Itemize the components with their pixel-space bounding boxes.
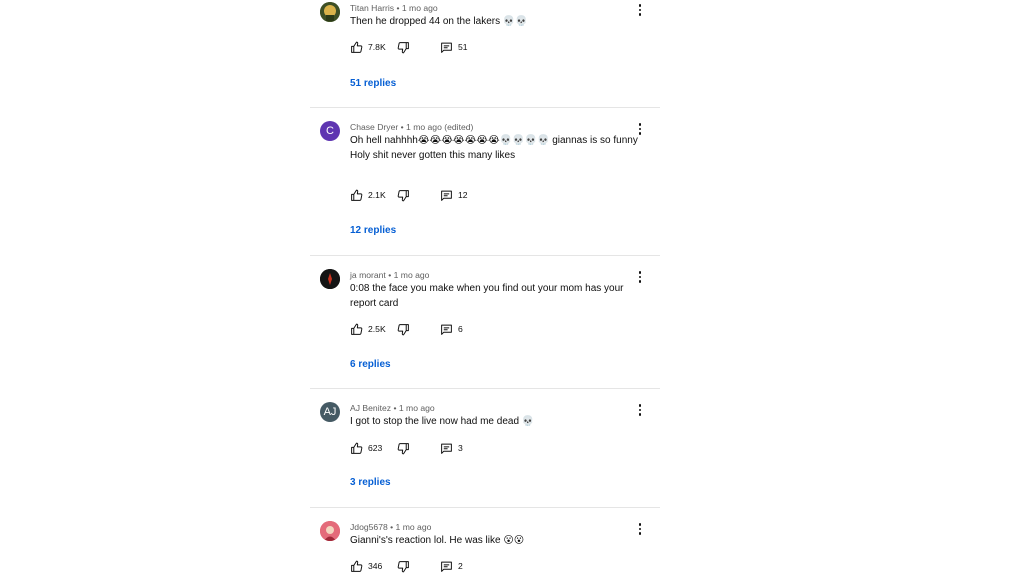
thumb-down-icon: [397, 323, 409, 335]
thumb-down-icon: [397, 41, 409, 53]
view-replies-link[interactable]: 51 replies: [350, 78, 396, 89]
comment-time: • 1 mo ago (edited): [400, 122, 474, 132]
comment-meta: Chase Dryer • 1 mo ago (edited): [350, 122, 473, 132]
author-name[interactable]: Jdog5678: [350, 522, 388, 532]
comment-line: 0:08 the face you make when you find out…: [350, 283, 624, 309]
reply-button[interactable]: 12: [440, 188, 468, 202]
dislike-button[interactable]: [397, 188, 410, 202]
thumb-up-icon: [351, 560, 363, 572]
comment-meta: ja morant • 1 mo ago: [350, 270, 429, 280]
comment-text: I got to stop the live now had me dead 💀: [350, 415, 640, 430]
comment-meta: Titan Harris • 1 mo ago: [350, 3, 438, 13]
divider: [310, 507, 660, 508]
more-vert-icon[interactable]: [634, 521, 646, 537]
like-button[interactable]: 623: [350, 441, 382, 455]
avatar[interactable]: [320, 521, 340, 541]
like-button[interactable]: 7.8K: [350, 40, 386, 54]
like-button[interactable]: 2.5K: [350, 322, 386, 336]
dislike-button[interactable]: [397, 441, 410, 455]
comment-meta: Jdog5678 • 1 mo ago: [350, 522, 431, 532]
comment-line: I got to stop the live now had me dead 💀: [350, 416, 535, 427]
view-replies-link[interactable]: 12 replies: [350, 225, 396, 236]
avatar[interactable]: C: [320, 121, 340, 141]
comment-text: 0:08 the face you make when you find out…: [350, 282, 640, 311]
more-vert-icon[interactable]: [634, 269, 646, 285]
reply-button[interactable]: 6: [440, 322, 463, 336]
author-name[interactable]: Chase Dryer: [350, 122, 398, 132]
thumb-up-icon: [351, 323, 363, 335]
comment-icon: [441, 324, 452, 335]
like-count: 7.8K: [368, 42, 386, 52]
like-count: 2.5K: [368, 324, 386, 334]
avatar-letter: AJ: [323, 406, 337, 418]
thumb-down-icon: [397, 442, 409, 454]
author-name[interactable]: AJ Benitez: [350, 403, 391, 413]
avatar-image: [320, 2, 340, 22]
author-name[interactable]: ja morant: [350, 270, 386, 280]
reply-count: 3: [458, 443, 463, 453]
like-count: 2.1K: [368, 190, 386, 200]
dislike-button[interactable]: [397, 559, 410, 573]
avatar-image: [320, 521, 340, 541]
thumb-up-icon: [351, 189, 363, 201]
reply-button[interactable]: 3: [440, 441, 463, 455]
avatar[interactable]: [320, 269, 340, 289]
reply-count: 6: [458, 324, 463, 334]
comment-actions: 346 2: [350, 559, 550, 573]
comment-line: Gianni's's reaction lol. He was like 😮😮: [350, 535, 525, 546]
comment-icon: [441, 561, 452, 572]
like-count: 346: [368, 561, 383, 571]
comment-line: Holy shit never gotten this many likes: [350, 149, 516, 161]
thumb-up-icon: [351, 41, 363, 53]
comment-actions: 623 3: [350, 441, 550, 455]
like-button[interactable]: 2.1K: [350, 188, 386, 202]
divider: [310, 255, 660, 256]
comment-text: Oh hell nahhhh😭😭😭😭😭😭😭💀💀💀💀 giannas is so …: [350, 134, 640, 163]
comment-actions: 2.5K 6: [350, 322, 550, 336]
like-button[interactable]: 346: [350, 559, 382, 573]
avatar[interactable]: AJ: [320, 402, 340, 422]
reply-button[interactable]: 2: [440, 559, 463, 573]
comment-time: • 1 mo ago: [390, 522, 432, 532]
divider: [310, 388, 660, 389]
dislike-button[interactable]: [397, 40, 410, 54]
reply-button[interactable]: 51: [440, 40, 468, 54]
thumb-down-icon: [397, 560, 409, 572]
author-name[interactable]: Titan Harris: [350, 3, 394, 13]
comment-text: Gianni's's reaction lol. He was like 😮😮: [350, 534, 640, 549]
view-replies-link[interactable]: 3 replies: [350, 477, 391, 488]
comment-time: • 1 mo ago: [396, 3, 438, 13]
avatar-image: [320, 269, 340, 289]
view-replies-link[interactable]: 6 replies: [350, 359, 391, 370]
more-vert-icon[interactable]: [634, 2, 646, 18]
reply-count: 51: [458, 42, 468, 52]
dislike-button[interactable]: [397, 322, 410, 336]
comment-meta: AJ Benitez • 1 mo ago: [350, 403, 435, 413]
like-count: 623: [368, 443, 383, 453]
avatar-letter: C: [326, 125, 334, 137]
comment-icon: [441, 190, 452, 201]
comment-line: Oh hell nahhhh😭😭😭😭😭😭😭💀💀💀💀 giannas is so …: [350, 135, 638, 146]
divider: [310, 107, 660, 108]
more-vert-icon[interactable]: [634, 402, 646, 418]
thumb-down-icon: [397, 189, 409, 201]
comment-icon: [441, 42, 452, 53]
avatar[interactable]: [320, 2, 340, 22]
reply-count: 2: [458, 561, 463, 571]
comment-actions: 2.1K 12: [350, 188, 550, 202]
comment-actions: 7.8K 51: [350, 40, 550, 54]
comment-time: • 1 mo ago: [388, 270, 430, 280]
comment-text: Then he dropped 44 on the lakers 💀💀: [350, 15, 640, 30]
comment-time: • 1 mo ago: [393, 403, 435, 413]
comment-icon: [441, 443, 452, 454]
comment-line: Then he dropped 44 on the lakers 💀💀: [350, 16, 528, 27]
reply-count: 12: [458, 190, 468, 200]
thumb-up-icon: [351, 442, 363, 454]
more-vert-icon[interactable]: [634, 121, 646, 137]
